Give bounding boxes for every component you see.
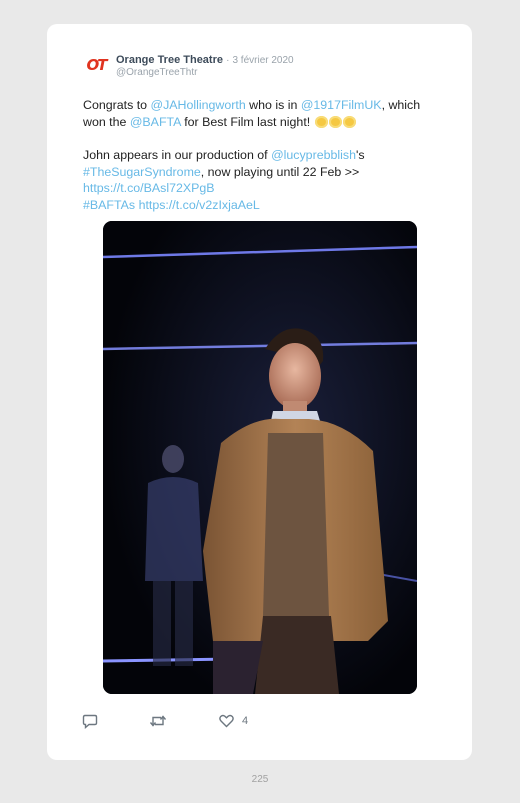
page-number: 225	[251, 774, 269, 785]
tweet-paragraph-1: Congrats to @JAHollingworth who is in @1…	[83, 97, 428, 130]
url-link[interactable]: https://t.co/v2zIxjaAeL	[139, 198, 260, 212]
retweet-icon	[149, 715, 167, 727]
tweet-actions: 4	[82, 714, 472, 734]
clapping-hands-icon	[342, 115, 356, 128]
text-run: for Best Film last night!	[180, 114, 314, 129]
tweet-photo[interactable]	[103, 221, 417, 694]
stage-photo-image	[103, 221, 417, 694]
retweet-button[interactable]	[149, 714, 167, 728]
author-name[interactable]: Orange Tree Theatre	[116, 54, 223, 66]
text-run: who is in	[245, 98, 301, 112]
avatar[interactable]: OT	[83, 56, 109, 74]
tweet-paragraph-2: John appears in our production of @lucyp…	[83, 147, 428, 213]
mention-link[interactable]: @BAFTA	[130, 115, 181, 129]
hashtag-link[interactable]: #TheSugarSyndrome	[83, 165, 201, 179]
avatar-logo: OT	[86, 56, 108, 74]
like-button[interactable]: 4	[219, 714, 248, 728]
url-link[interactable]: https://t.co/BAsl72XPgB	[83, 181, 215, 195]
like-count: 4	[242, 715, 249, 727]
tweet-header: OT Orange Tree Theatre · 3 février 2020 …	[83, 52, 452, 82]
heart-icon	[219, 714, 234, 728]
text-run: 's	[355, 148, 365, 162]
separator-dot: ·	[226, 55, 230, 66]
text-run: , now playing until 22 Feb >>	[200, 164, 360, 179]
tweet-date[interactable]: 3 février 2020	[232, 55, 293, 66]
hashtag-link[interactable]: #BAFTAs	[83, 198, 135, 212]
mention-link[interactable]: @lucyprebblish	[271, 148, 356, 162]
author-row: Orange Tree Theatre · 3 février 2020	[116, 54, 294, 66]
author-handle[interactable]: @OrangeTreeThtr	[116, 67, 197, 78]
speech-bubble-icon	[82, 714, 98, 729]
reply-button[interactable]	[82, 714, 98, 729]
clapping-hands-icon	[328, 115, 342, 128]
tweet-card: OT Orange Tree Theatre · 3 février 2020 …	[47, 24, 472, 760]
tweet-text: Congrats to @JAHollingworth who is in @1…	[83, 97, 428, 213]
text-run: Congrats to	[83, 98, 151, 112]
clapping-hands-icon	[314, 115, 328, 128]
text-run: John appears in our production of	[83, 148, 272, 162]
mention-link[interactable]: @1917FilmUK	[301, 98, 382, 112]
mention-link[interactable]: @JAHollingworth	[151, 98, 246, 112]
